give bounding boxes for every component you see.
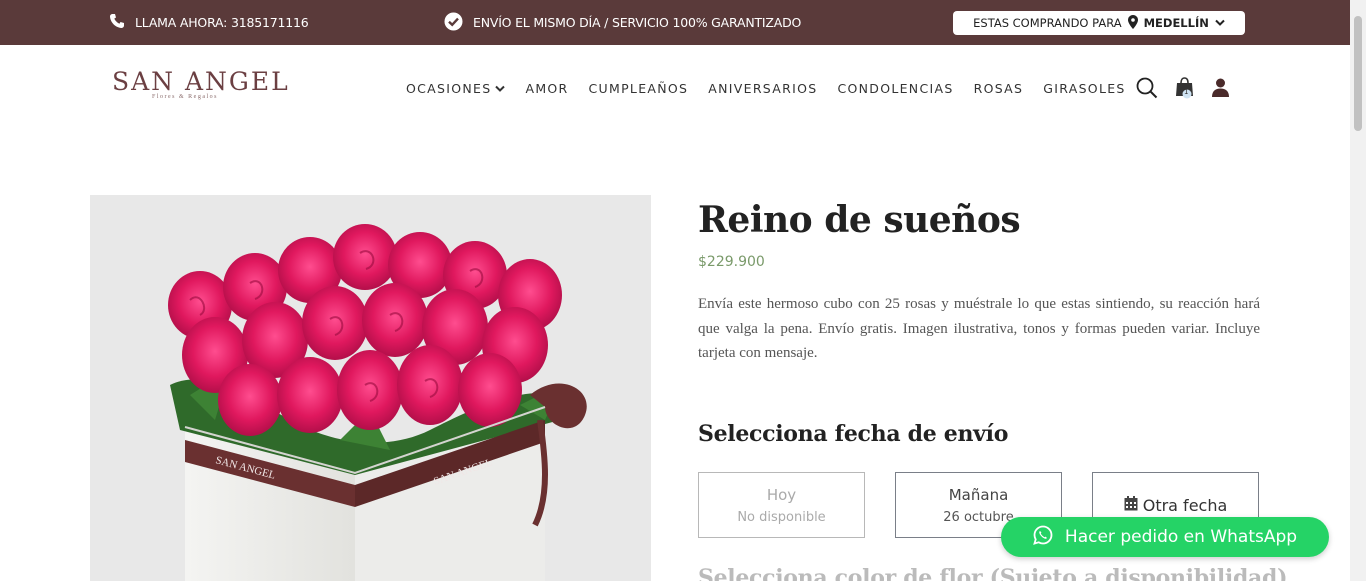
date-option-sub: 26 octubre [943,509,1014,525]
shipping-label: ENVÍO EL MISMO DÍA / SERVICIO 100% GARAN… [473,15,802,30]
calendar-icon [1124,495,1138,515]
city-selector[interactable]: ESTAS COMPRANDO PARA MEDELLÍN [953,11,1245,35]
top-bar: LLAMA AHORA: 3185171116 ENVÍO EL MISMO D… [0,0,1350,45]
product-image[interactable]: SAN ANGEL SAN ANGEL [90,195,651,581]
whatsapp-order-button[interactable]: Hacer pedido en WhatsApp [1001,517,1329,557]
nav-label: ANIVERSARIOS [708,81,818,96]
cart-count: 1 [1184,88,1189,96]
page-scrollbar[interactable] [1350,0,1366,581]
city-value: MEDELLÍN [1143,16,1209,30]
date-option-label: Otra fecha [1142,495,1228,515]
nav-item-rosas[interactable]: ROSAS [974,81,1024,96]
product-description: Envía este hermoso cubo con 25 rosas y m… [698,296,1260,361]
city-prefix: ESTAS COMPRANDO PARA [973,16,1122,30]
nav-item-girasoles[interactable]: GIRASOLES [1043,81,1125,96]
date-option-label-row: Otra fecha [1124,495,1228,515]
date-option-label: Mañana [948,485,1009,504]
nav-item-amor[interactable]: AMOR [525,81,568,96]
main-nav: OCASIONES AMOR CUMPLEAÑOS ANIVERSARIOS C… [406,81,1126,96]
delivery-date-heading: Selecciona fecha de envío [698,421,1009,447]
nav-label: CUMPLEAÑOS [588,81,689,96]
date-option-sub: No disponible [737,509,826,525]
phone-icon [109,13,125,32]
date-option-label: Hoy [766,485,797,504]
date-option-hoy[interactable]: Hoy No disponible [698,472,865,538]
cart-icon[interactable]: 1 [1175,77,1195,104]
site-logo[interactable]: SAN ANGEL Flores & Regalos [112,67,290,100]
whatsapp-icon [1033,525,1053,550]
nav-label: GIRASOLES [1043,81,1126,96]
phone-label: LLAMA AHORA: 3185171116 [135,15,309,30]
chevron-down-icon [495,81,506,96]
user-icon[interactable] [1212,78,1229,102]
nav-item-aniversarios[interactable]: ANIVERSARIOS [708,81,817,96]
nav-item-cumpleanos[interactable]: CUMPLEAÑOS [589,81,689,96]
nav-label: CONDOLENCIAS [837,81,954,96]
shipping-notice: ENVÍO EL MISMO DÍA / SERVICIO 100% GARAN… [444,0,801,45]
nav-item-condolencias[interactable]: CONDOLENCIAS [837,81,953,96]
scrollbar-thumb[interactable] [1354,16,1362,131]
map-pin-icon [1127,14,1138,32]
product-price: $229.900 [698,254,765,270]
nav-label: AMOR [525,81,569,96]
check-circle-icon [444,12,463,34]
product-title: Reino de sueños [698,199,1021,241]
nav-item-ocasiones[interactable]: OCASIONES [406,81,506,96]
chevron-down-icon [1215,16,1225,30]
site-header: SAN ANGEL Flores & Regalos OCASIONES AMO… [0,45,1350,135]
nav-label: OCASIONES [406,81,492,96]
nav-label: ROSAS [973,81,1024,96]
whatsapp-button-label: Hacer pedido en WhatsApp [1064,527,1298,547]
phone-link[interactable]: LLAMA AHORA: 3185171116 [109,0,309,45]
logo-wordmark: SAN ANGEL [112,67,290,96]
flower-color-heading: Selecciona color de flor (Sujeto a dispo… [698,565,1288,581]
search-icon[interactable] [1136,77,1158,104]
